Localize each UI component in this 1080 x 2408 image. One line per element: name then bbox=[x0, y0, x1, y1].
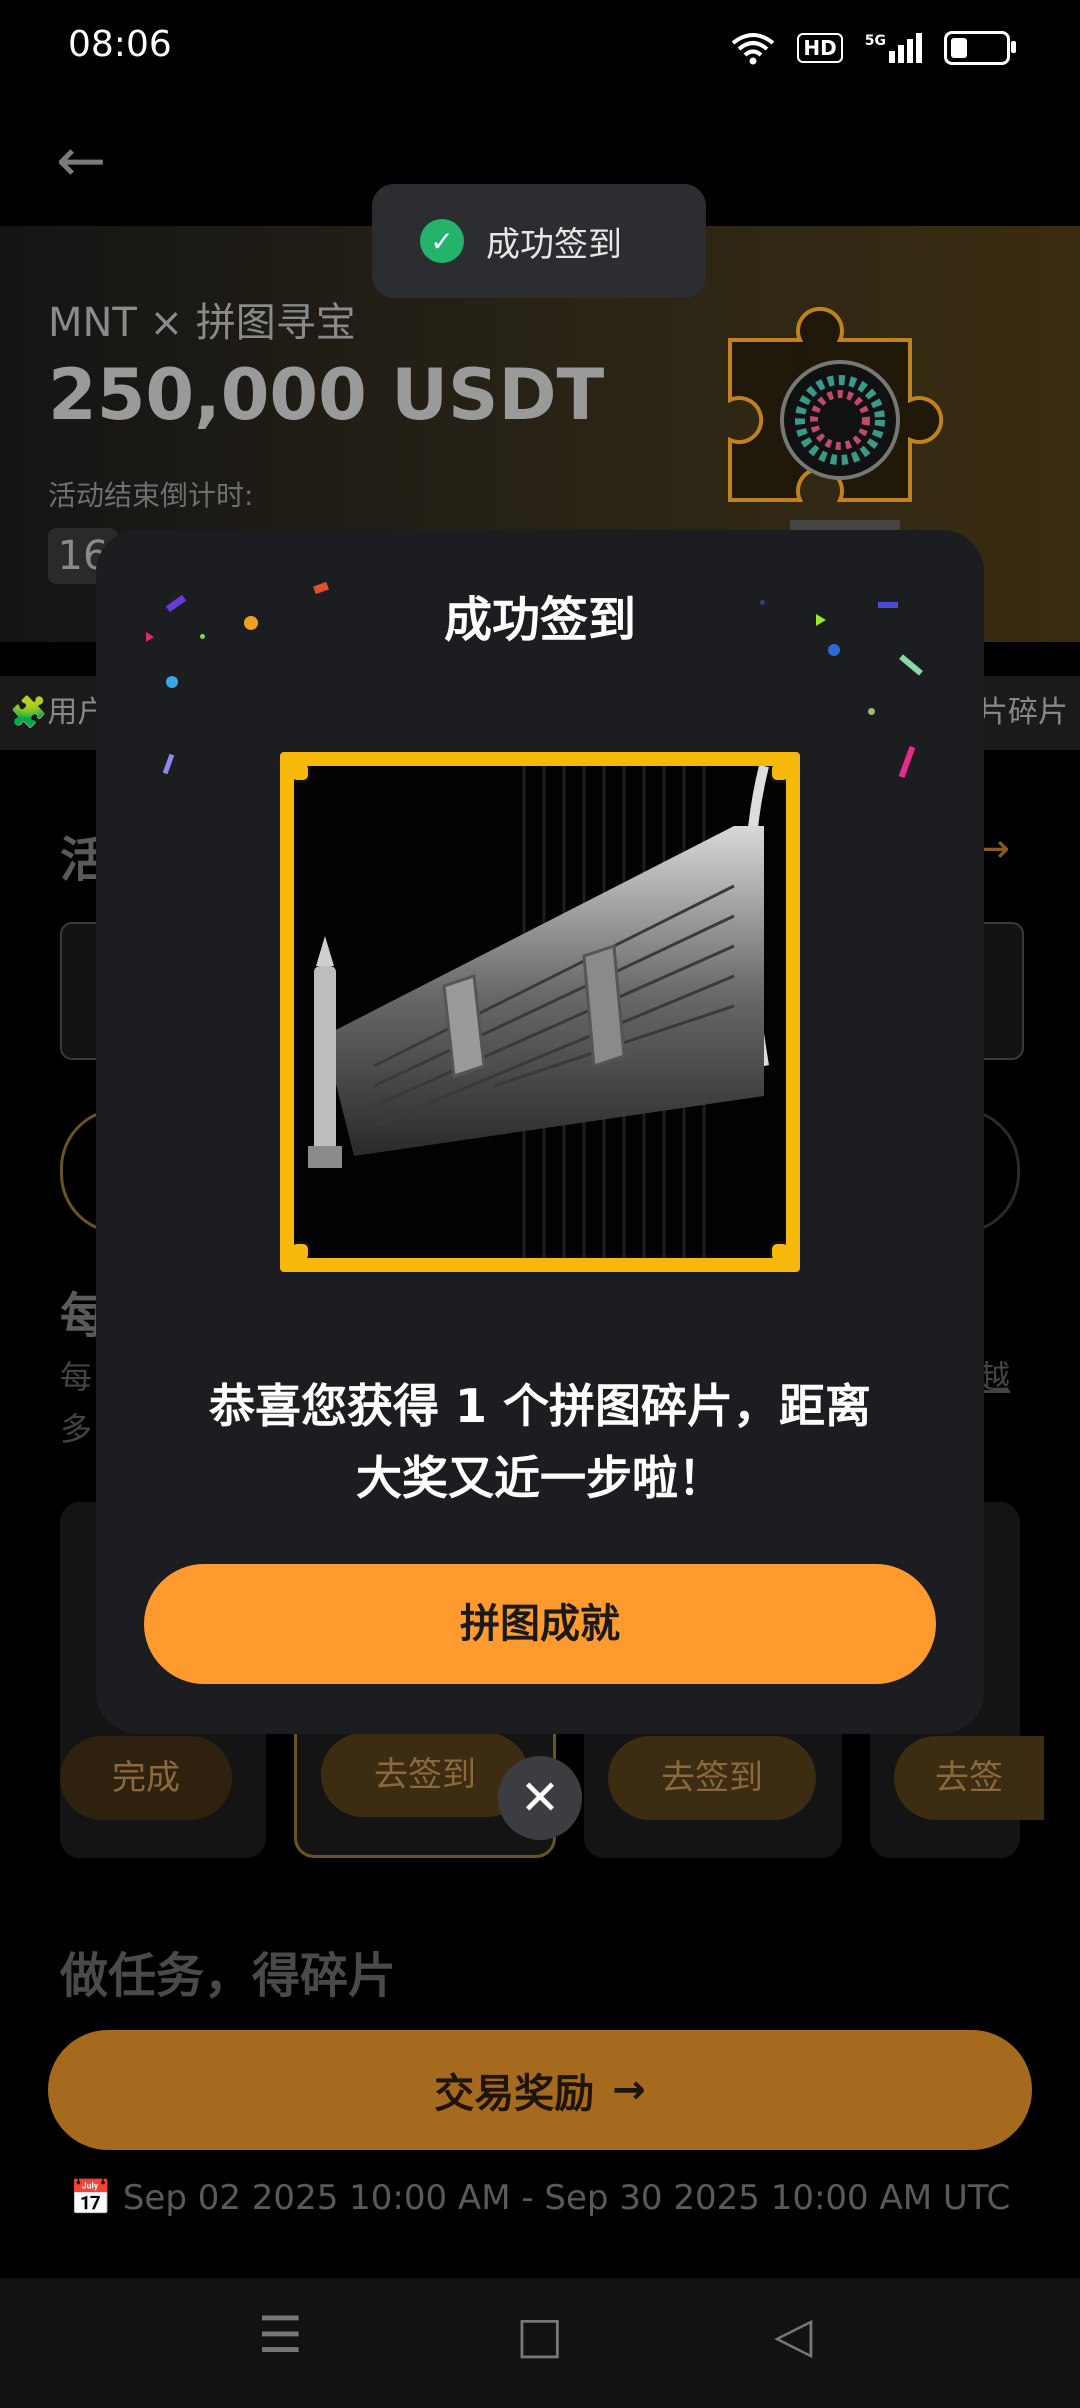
checkin-description-2: 多 bbox=[60, 1410, 93, 1448]
wifi-icon bbox=[732, 33, 775, 65]
countdown-label: 活动结束倒计时: bbox=[48, 479, 254, 512]
puzzle-piece-image bbox=[294, 766, 786, 1258]
checkin-button[interactable]: 去签 bbox=[894, 1736, 1044, 1820]
congrats-message: 恭喜您获得 1 个拼图碎片，距离 大奖又近一步啦！ bbox=[208, 1379, 872, 1505]
puzzle-piece-frame bbox=[280, 752, 800, 1272]
toast-message: 成功签到 bbox=[486, 224, 622, 265]
puzzle-achievements-button[interactable]: 拼图成就 bbox=[144, 1564, 936, 1684]
modal-title: 成功签到 bbox=[443, 592, 636, 648]
puzzle-icon: 🧩 bbox=[10, 695, 48, 730]
clock: 08:06 bbox=[68, 24, 172, 65]
prize-pool: 250,000 USDT bbox=[48, 354, 605, 436]
arrow-right-icon: → bbox=[612, 2067, 646, 2113]
event-dates: 📅 Sep 02 2025 10:00 AM - Sep 30 2025 10:… bbox=[69, 2178, 1011, 2218]
signal-icon: 5G bbox=[865, 33, 922, 63]
confetti-icon bbox=[166, 676, 178, 688]
checkin-description: 每 bbox=[60, 1358, 93, 1396]
done-button[interactable]: 完成 bbox=[60, 1736, 232, 1820]
check-circle-icon: ✓ bbox=[420, 219, 464, 263]
triangle-back-icon[interactable]: ◁ bbox=[774, 2306, 812, 2364]
calendar-icon: 📅 bbox=[69, 2178, 113, 2218]
task-section-title: 做任务，得碎片 bbox=[60, 1948, 397, 2004]
system-nav-bar: ☰ □ ◁ bbox=[0, 2278, 1080, 2408]
close-icon[interactable]: ✕ bbox=[498, 1756, 582, 1840]
menu-icon[interactable]: ☰ bbox=[258, 2306, 303, 2364]
hero-subtitle: MNT × 拼图寻宝 bbox=[48, 300, 356, 346]
square-icon[interactable]: □ bbox=[516, 2306, 563, 2364]
frame-corner bbox=[294, 1241, 311, 1258]
trade-rewards-button[interactable]: 交易奖励 → bbox=[48, 2030, 1032, 2150]
hd-badge: HD bbox=[797, 33, 843, 63]
frame-corner bbox=[769, 1241, 786, 1258]
battery-icon bbox=[944, 31, 1016, 65]
puzzle-wheel-image bbox=[728, 306, 944, 540]
checkin-button[interactable]: 去签到 bbox=[608, 1736, 816, 1820]
confetti-icon bbox=[868, 708, 875, 715]
status-icons: HD 5G bbox=[731, 24, 1016, 72]
back-arrow-icon[interactable]: ← bbox=[56, 126, 106, 196]
status-bar: 08:06 HD 5G bbox=[0, 0, 1080, 96]
frame-corner bbox=[294, 766, 311, 783]
frame-corner bbox=[769, 766, 786, 783]
success-toast: ✓ 成功签到 bbox=[372, 184, 706, 298]
